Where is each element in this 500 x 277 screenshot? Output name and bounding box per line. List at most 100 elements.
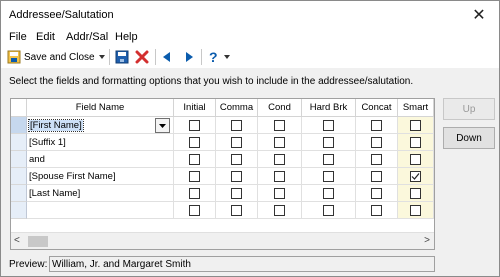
hard-brk-checkbox[interactable] [323,120,334,131]
save-and-close-label: Save and Close [24,51,95,63]
previous-button[interactable] [163,48,171,66]
column-header-initial: Initial [174,99,216,117]
save-icon [115,50,129,64]
help-icon: ? [208,50,220,64]
concat-checkbox[interactable] [371,171,382,182]
smart-checkbox[interactable] [410,120,421,131]
dropdown-caret-icon [99,55,105,59]
comma-checkbox[interactable] [231,171,242,182]
hard-brk-checkbox[interactable] [323,154,334,165]
smart-checkbox[interactable] [410,205,421,216]
comma-checkbox[interactable] [231,154,242,165]
down-button[interactable]: Down [443,127,495,149]
save-button[interactable] [115,48,129,66]
title-bar: Addressee/Salutation ✕ [1,1,499,29]
delete-icon [135,50,149,64]
scroll-left-icon[interactable]: < [14,235,20,246]
save-and-close-button[interactable]: Save and Close [7,48,95,66]
field-name-cell[interactable]: and [27,151,174,168]
close-button[interactable]: ✕ [459,1,499,29]
toolbar-separator [201,49,202,65]
hard-brk-checkbox[interactable] [323,137,334,148]
cond-checkbox[interactable] [274,188,285,199]
column-header-field-name: Field Name [27,99,174,117]
field-name-cell[interactable]: [Spouse First Name] [27,168,174,185]
field-name-cell[interactable]: [Suffix 1] [27,134,174,151]
dropdown-caret-icon [224,55,230,59]
toolbar-separator [155,49,156,65]
scroll-thumb[interactable] [28,236,48,247]
row-selector[interactable] [11,185,27,202]
preview-field: William, Jr. and Margaret Smith [49,256,435,272]
concat-checkbox[interactable] [371,154,382,165]
initial-checkbox[interactable] [189,120,200,131]
field-name-cell[interactable]: [Last Name] [27,185,174,202]
row-header-corner [11,99,27,117]
menu-addr-sal[interactable]: Addr/Sal [66,31,108,43]
checkmark-icon [411,173,420,180]
cond-checkbox[interactable] [274,137,285,148]
menu-help[interactable]: Help [115,31,138,43]
field-name-cell[interactable] [27,202,174,219]
smart-checkbox[interactable] [410,188,421,199]
row-selector[interactable] [11,134,27,151]
save-close-icon [7,50,21,64]
cond-checkbox[interactable] [274,171,285,182]
addressee-salutation-window: Addressee/Salutation ✕ File Edit Addr/Sa… [0,0,500,277]
initial-checkbox[interactable] [189,154,200,165]
column-header-smart: Smart [398,99,434,117]
up-button[interactable]: Up [443,98,495,120]
close-icon: ✕ [472,7,486,24]
comma-checkbox[interactable] [231,205,242,216]
concat-checkbox[interactable] [371,205,382,216]
horizontal-scrollbar[interactable]: < > [11,232,434,249]
hard-brk-checkbox[interactable] [323,205,334,216]
menu-file[interactable]: File [9,31,27,43]
svg-text:?: ? [209,50,218,64]
initial-checkbox[interactable] [189,171,200,182]
window-title: Addressee/Salutation [9,9,114,21]
cond-checkbox[interactable] [274,120,285,131]
row-selector[interactable] [11,168,27,185]
comma-checkbox[interactable] [231,137,242,148]
hard-brk-checkbox[interactable] [323,171,334,182]
scroll-right-icon[interactable]: > [424,235,430,246]
smart-checkbox[interactable] [410,171,421,182]
concat-checkbox[interactable] [371,188,382,199]
delete-button[interactable] [135,48,149,66]
comma-checkbox[interactable] [231,188,242,199]
row-selector[interactable] [11,117,27,134]
instruction-text: Select the fields and formatting options… [9,76,414,87]
toolbar: Save and Close ? [1,46,499,68]
column-header-cond: Cond [258,99,302,117]
field-dropdown-button[interactable] [155,118,170,133]
column-header-comma: Comma [216,99,258,117]
menu-edit[interactable]: Edit [36,31,55,43]
field-name-text: and [29,153,45,165]
row-selector[interactable] [11,202,27,219]
hard-brk-checkbox[interactable] [323,188,334,199]
initial-checkbox[interactable] [189,205,200,216]
initial-checkbox[interactable] [189,137,200,148]
field-name-text: [Last Name] [29,187,81,199]
field-name-text: [Suffix 1] [29,136,66,148]
initial-checkbox[interactable] [189,188,200,199]
column-header-hard-brk: Hard Brk [302,99,356,117]
help-button[interactable]: ? [208,48,230,66]
concat-checkbox[interactable] [371,120,382,131]
comma-checkbox[interactable] [231,120,242,131]
field-name-text: [Spouse First Name] [29,170,116,182]
row-selector[interactable] [11,151,27,168]
next-button[interactable] [185,48,193,66]
concat-checkbox[interactable] [371,137,382,148]
preview-label: Preview: [9,259,48,270]
toolbar-separator [109,49,110,65]
chevron-down-icon [159,123,166,128]
menu-bar: File Edit Addr/Sal Help [1,29,499,46]
save-close-dropdown[interactable] [99,48,105,66]
field-name-cell[interactable]: [First Name] [27,117,174,134]
cond-checkbox[interactable] [274,154,285,165]
smart-checkbox[interactable] [410,137,421,148]
cond-checkbox[interactable] [274,205,285,216]
smart-checkbox[interactable] [410,154,421,165]
